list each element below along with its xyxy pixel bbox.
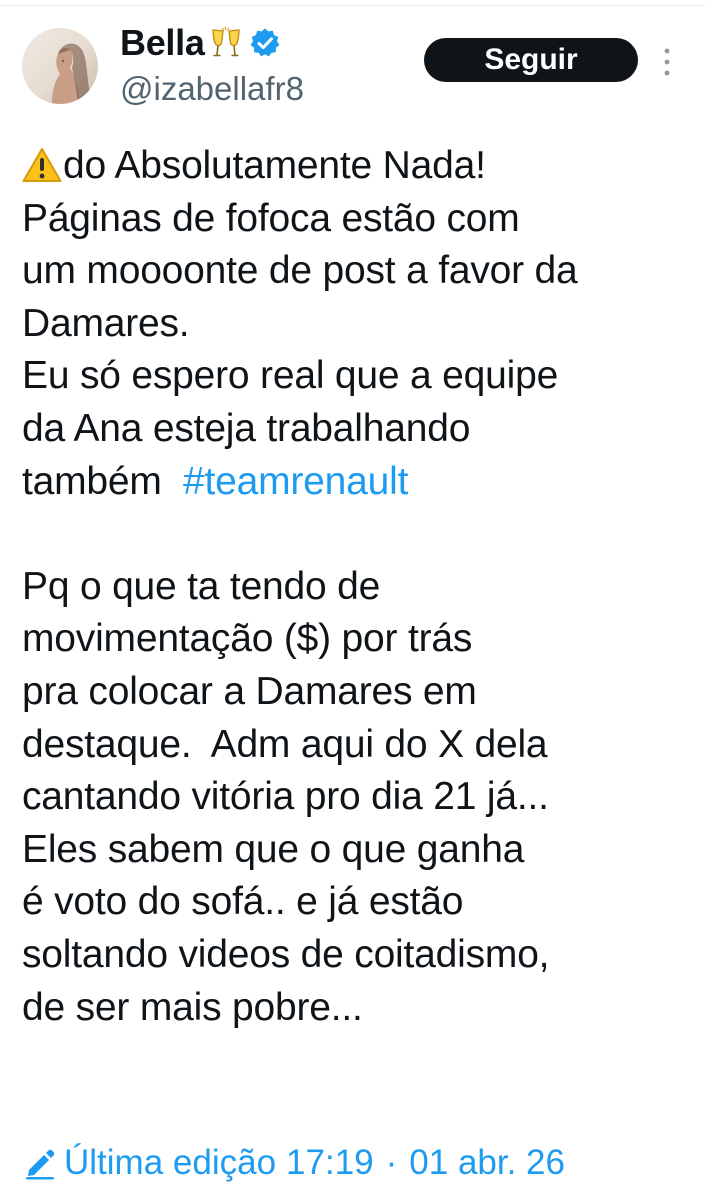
pencil-icon (26, 1149, 55, 1180)
tweet-line-text: do Absolutamente Nada! (63, 144, 486, 187)
tweet-line: do Absolutamente Nada! (22, 140, 692, 193)
tweet-line: é voto do sofá.. e já estão (22, 880, 464, 924)
clinking-glasses-icon (211, 26, 240, 57)
tweet-line: da Ana esteja trabalhando (22, 406, 471, 450)
tweet-line: Páginas de fofoca estão com (22, 196, 520, 240)
tweet-line: soltando videos de coitadismo, (22, 932, 550, 976)
tweet-line-text: também (22, 459, 173, 503)
separator-dot: · (385, 1143, 398, 1182)
hashtag-link[interactable]: #teamrenault (183, 460, 408, 503)
author-name-row: Bella (120, 20, 281, 66)
tweet-line: pra colocar a Damares em (22, 669, 477, 713)
tweet-line: movimentação ($) por trás (22, 617, 473, 661)
last-edited-link[interactable]: Última edição 17:19 · 01 abr. 26 (22, 1138, 565, 1188)
tweet-line: Pq o que ta tendo de (22, 564, 381, 608)
more-options-icon[interactable] (660, 44, 674, 80)
avatar[interactable] (22, 28, 98, 104)
tweet-line: cantando vitória pro dia 21 já... (22, 775, 549, 819)
tweet-line: de ser mais pobre... (22, 985, 363, 1029)
tweet-line: um moooonte de post a favor da (22, 249, 578, 293)
follow-button[interactable]: Seguir (424, 38, 638, 82)
tweet-line: Eles sabem que o que ganha (22, 827, 525, 871)
edit-time: 17:19 (286, 1143, 374, 1182)
verified-badge-icon (250, 28, 279, 57)
top-divider (0, 5, 706, 6)
warning-icon (22, 148, 62, 182)
tweet-line: Damares. (22, 301, 190, 345)
tweet-line: também #teamrenault (22, 456, 692, 509)
tweet-text: do Absolutamente Nada! Páginas de fofoca… (22, 140, 692, 1034)
profile-photo (52, 43, 92, 104)
tweet-line: Eu só espero real que a equipe (22, 354, 559, 398)
edit-label: Última edição (64, 1143, 277, 1182)
display-name[interactable]: Bella (120, 22, 205, 64)
edit-date: 01 abr. 26 (409, 1143, 565, 1182)
author-handle[interactable]: @izabellafr8 (120, 70, 304, 108)
tweet-line: destaque. Adm aqui do X dela (22, 722, 548, 766)
